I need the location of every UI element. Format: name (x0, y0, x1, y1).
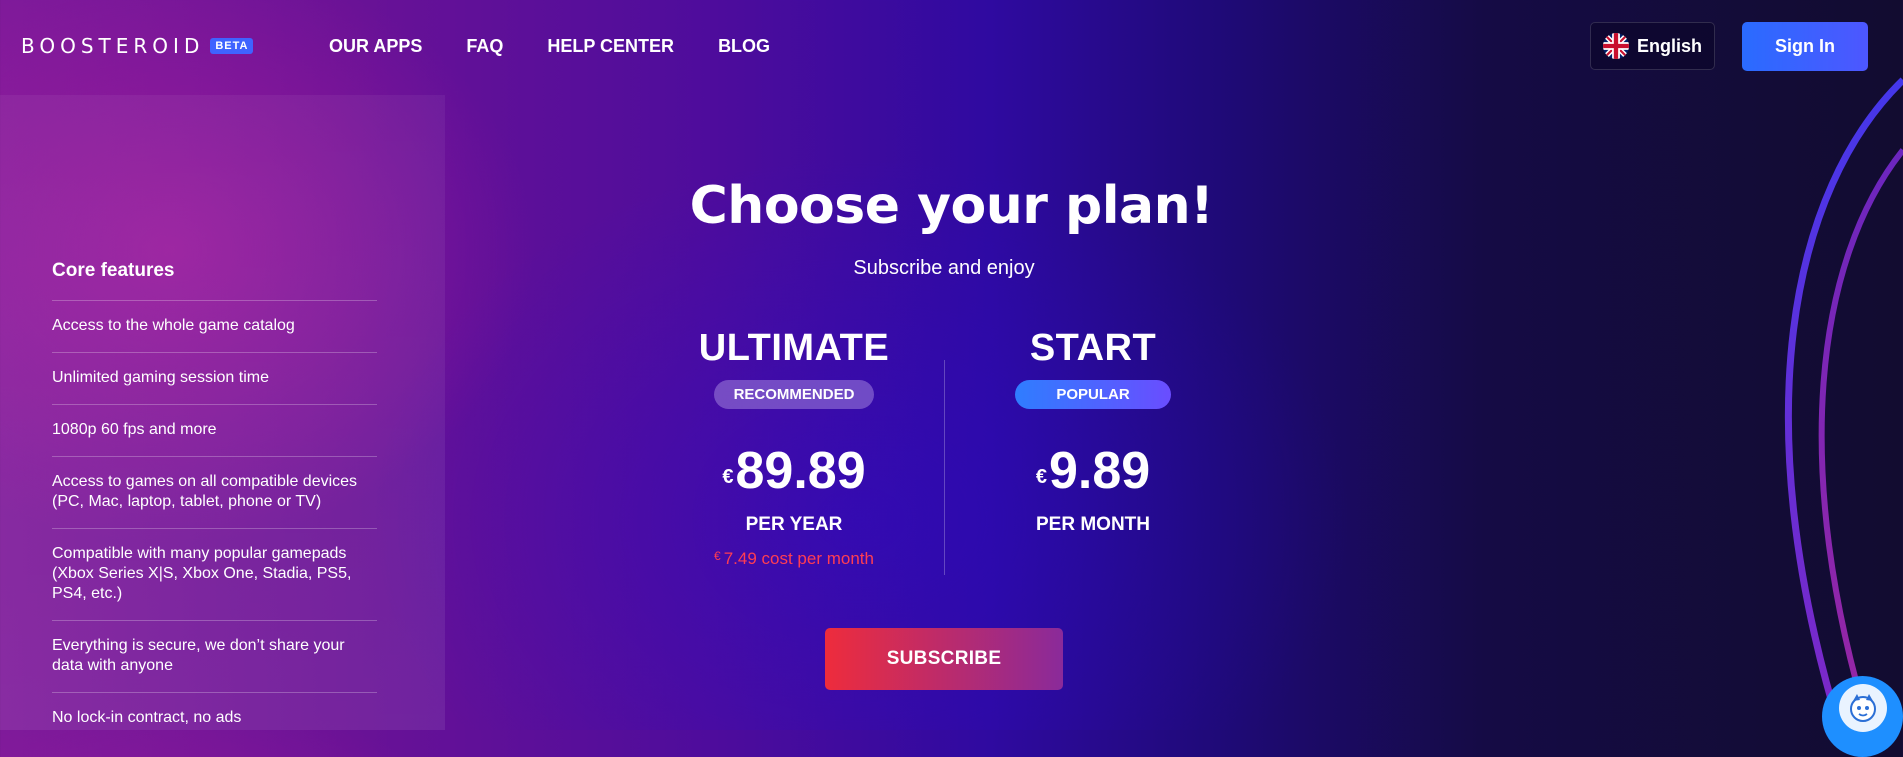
page-heading: Choose your plan! (689, 176, 1214, 236)
uk-flag-icon (1602, 33, 1629, 59)
plan-ultimate[interactable]: ULTIMATE RECOMMENDED €89.89 PER YEAR €7.… (644, 327, 944, 569)
plan-price: €9.89 (943, 443, 1243, 499)
sign-in-button[interactable]: Sign In (1742, 22, 1868, 71)
site-header: BOOSTEROID BETA OUR APPS FAQ HELP CENTER… (0, 0, 1903, 95)
currency-symbol: € (1035, 466, 1047, 488)
nav-our-apps[interactable]: OUR APPS (329, 36, 422, 57)
feature-item: Compatible with many popular gamepads (X… (52, 528, 377, 620)
feature-item: Unlimited gaming session time (52, 352, 377, 404)
logo-text: BOOSTEROID (21, 34, 205, 58)
features-list: Access to the whole game catalog Unlimit… (52, 300, 377, 744)
support-avatar-icon (1838, 684, 1887, 732)
language-label: English (1636, 35, 1702, 56)
feature-item: Access to games on all compatible device… (52, 456, 377, 528)
main-nav: OUR APPS FAQ HELP CENTER BLOG (329, 36, 814, 57)
monthly-currency: € (714, 549, 721, 563)
page-subtitle: Subscribe and enjoy (853, 257, 1035, 279)
plan-name: START (1029, 327, 1157, 369)
subscribe-button[interactable]: SUBSCRIBE (825, 628, 1063, 690)
price-value: 9.89 (1048, 442, 1151, 500)
plan-period: PER YEAR (745, 514, 843, 535)
support-chat-button[interactable] (1822, 676, 1903, 757)
feature-item: Access to the whole game catalog (52, 300, 377, 352)
nav-help-center[interactable]: HELP CENTER (547, 36, 674, 57)
language-selector[interactable]: English (1590, 22, 1715, 70)
monthly-cost-note: €7.49 cost per month (644, 549, 944, 569)
nav-faq[interactable]: FAQ (466, 36, 503, 57)
popular-badge: POPULAR (1015, 380, 1171, 409)
nav-blog[interactable]: BLOG (718, 36, 770, 57)
plan-price: €89.89 (644, 443, 944, 499)
boosteroid-logo[interactable]: BOOSTEROID BETA (21, 34, 254, 58)
recommended-badge: RECOMMENDED (713, 380, 875, 409)
beta-badge: BETA (210, 38, 254, 54)
plan-name: ULTIMATE (698, 327, 890, 369)
price-value: 89.89 (735, 442, 866, 500)
plan-start[interactable]: START POPULAR €9.89 PER MONTH (943, 327, 1243, 536)
currency-symbol: € (722, 466, 734, 488)
feature-item: Everything is secure, we don’t share you… (52, 620, 377, 692)
feature-item: No lock-in contract, no ads (52, 692, 377, 744)
plan-period: PER MONTH (1036, 514, 1150, 535)
monthly-cost-text: 7.49 cost per month (723, 549, 874, 568)
feature-item: 1080p 60 fps and more (52, 404, 377, 456)
